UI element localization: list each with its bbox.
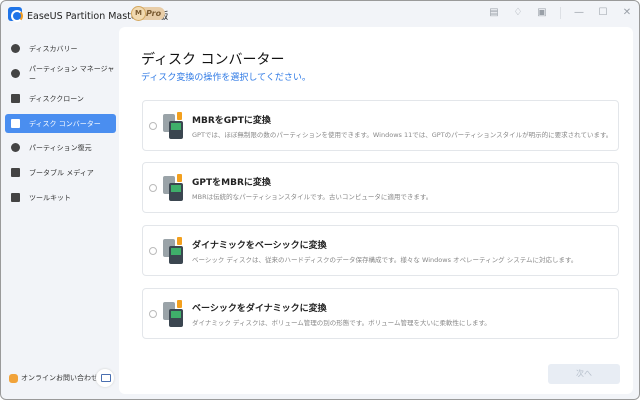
option-title: ベーシックをダイナミックに変換 <box>192 304 327 314</box>
toolkit-icon <box>11 193 20 202</box>
sidebar-item-label: パーティション復元 <box>29 143 92 152</box>
divider <box>560 7 561 19</box>
sidebar-item-label: ディスク コンバーター <box>29 119 101 128</box>
sidebar-item-partition-manager[interactable]: パーティション マネージャー <box>5 64 116 83</box>
sidebar-item-label: ディスククローン <box>29 94 84 103</box>
option-title: MBRをGPTに変換 <box>192 116 271 126</box>
contact-label: オンラインお問い合わせ <box>21 374 98 382</box>
disk-convert-icon <box>163 237 185 265</box>
sidebar-item-label: ディスカバリー <box>29 44 78 53</box>
page-subtitle: ディスク変換の操作を選択してください。 <box>141 73 311 83</box>
m-badge-icon: M <box>131 6 146 21</box>
disk-convert-icon <box>11 119 20 128</box>
notes-icon[interactable]: ▤ <box>488 7 500 19</box>
sidebar-item-partition-recovery[interactable]: パーティション復元 <box>5 138 116 157</box>
sidebar-item-label: パーティション マネージャー <box>29 64 115 83</box>
disk-convert-icon <box>163 174 185 202</box>
option-dynamic-to-basic[interactable]: ダイナミックをベーシックに変換 ベーシック ディスクは、従来のハードディスクのデ… <box>142 225 619 276</box>
page-title: ディスク コンバーター <box>141 52 285 68</box>
sidebar: ディスカバリー パーティション マネージャー ディスククローン ディスク コンバ… <box>1 27 119 399</box>
radio-button[interactable] <box>149 247 157 255</box>
option-description: ダイナミック ディスクは、ボリューム管理の別の形態です。ボリューム管理を大いに柔… <box>192 319 491 327</box>
radio-button[interactable] <box>149 122 157 130</box>
disk-convert-icon <box>163 300 185 328</box>
option-description: MBRは伝統的なパーティションスタイルです。古いコンピュータに適用できます。 <box>192 193 433 201</box>
bell-icon[interactable]: ♢ <box>512 7 524 19</box>
app-logo-icon <box>8 7 23 22</box>
option-description: GPTでは、ほぼ無制限の数のパーティションを使用できます。Windows 11で… <box>192 131 613 139</box>
sidebar-item-disk-clone[interactable]: ディスククローン <box>5 89 116 108</box>
option-title: ダイナミックをベーシックに変換 <box>192 241 327 251</box>
sidebar-item-bootable-media[interactable]: ブータブル メディア <box>5 163 116 182</box>
online-contact-link[interactable]: オンラインお問い合わせ <box>9 373 98 383</box>
app-window: EaseUS Partition Master Pro版 M Pro ▤ ♢ ▣ … <box>0 0 640 400</box>
feedback-icon[interactable]: ▣ <box>536 7 548 19</box>
main-panel: ディスク コンバーター ディスク変換の操作を選択してください。 MBRをGPTに… <box>119 27 633 394</box>
sidebar-item-disk-converter[interactable]: ディスク コンバーター <box>5 114 116 133</box>
option-basic-to-dynamic[interactable]: ベーシックをダイナミックに変換 ダイナミック ディスクは、ボリューム管理の別の形… <box>142 288 619 339</box>
radio-button[interactable] <box>149 310 157 318</box>
option-mbr-to-gpt[interactable]: MBRをGPTに変換 GPTでは、ほぼ無制限の数のパーティションを使用できます。… <box>142 100 619 151</box>
title-bar: EaseUS Partition Master Pro版 M Pro ▤ ♢ ▣ … <box>1 1 639 27</box>
sidebar-item-label: ブータブル メディア <box>29 168 94 177</box>
bootable-media-icon <box>11 168 20 177</box>
minimize-icon[interactable]: — <box>573 7 585 19</box>
sidebar-item-toolkit[interactable]: ツールキット <box>5 188 116 207</box>
sidebar-item-discovery[interactable]: ディスカバリー <box>5 39 116 58</box>
option-title: GPTをMBRに変換 <box>192 178 271 188</box>
chat-button[interactable] <box>96 369 114 387</box>
partition-recovery-icon <box>11 143 20 152</box>
next-button[interactable]: 次へ <box>548 364 620 384</box>
option-description: ベーシック ディスクは、従来のハードディスクのデータ保存構成です。様々な Win… <box>192 256 578 264</box>
pro-label: Pro <box>146 9 162 18</box>
maximize-icon[interactable]: ☐ <box>597 7 609 19</box>
disk-clone-icon <box>11 94 20 103</box>
hand-icon <box>9 373 18 383</box>
disk-convert-icon <box>163 112 185 140</box>
option-gpt-to-mbr[interactable]: GPTをMBRに変換 MBRは伝統的なパーティションスタイルです。古いコンピュー… <box>142 162 619 213</box>
pro-badge[interactable]: M Pro <box>131 6 165 21</box>
radio-button[interactable] <box>149 184 157 192</box>
sidebar-item-label: ツールキット <box>29 193 71 202</box>
close-icon[interactable]: ✕ <box>621 7 633 19</box>
pie-chart-icon <box>11 69 20 78</box>
compass-icon <box>11 44 20 53</box>
